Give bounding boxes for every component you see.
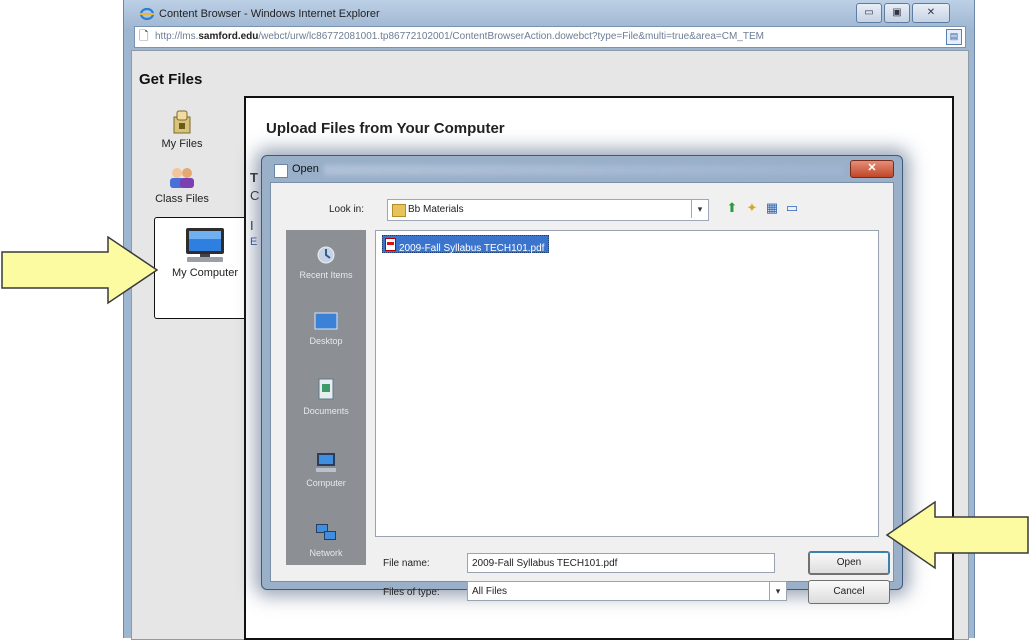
cancel-button[interactable]: Cancel — [808, 580, 890, 604]
file-name-field[interactable] — [467, 553, 775, 573]
tab-my-computer[interactable]: My Computer — [154, 217, 255, 319]
dialog-body: Look in: Bb Materials ▾ ⬆ ✦ ▦ ▭ Recent I… — [270, 182, 894, 604]
panel-text-fragment: C — [250, 188, 260, 203]
minimize-icon: ▭ — [864, 7, 874, 18]
close-icon: ✕ — [867, 162, 877, 174]
minimize-button[interactable]: ▭ — [856, 3, 882, 23]
panel-title: Upload Files from Your Computer — [266, 120, 505, 137]
pdf-file-icon — [385, 238, 396, 251]
blurred-background — [324, 165, 844, 175]
place-label: Computer — [306, 478, 346, 488]
new-folder-icon[interactable]: ✦ — [743, 199, 761, 217]
file-name: 2009-Fall Syllabus TECH101.pdf — [399, 243, 545, 254]
computer-icon — [186, 228, 224, 262]
dialog-close-button[interactable]: ✕ — [850, 160, 894, 178]
view-menu-icon[interactable]: ▦ — [763, 199, 781, 217]
look-in-value: Bb Materials — [408, 204, 464, 215]
file-type-value: All Files — [472, 586, 508, 597]
dialog-title: Open — [292, 163, 319, 175]
open-button[interactable]: Open — [808, 551, 890, 575]
address-text: http://lms.samford.edu/webct/urw/lc86772… — [155, 31, 764, 42]
chevron-down-icon[interactable]: ▾ — [691, 200, 708, 218]
panel-text-fragment: T — [250, 170, 258, 185]
file-list[interactable]: 2009-Fall Syllabus TECH101.pdf — [375, 230, 879, 537]
look-in-select[interactable]: Bb Materials ▾ — [387, 199, 709, 221]
my-files-icon — [173, 110, 191, 134]
page-icon: 🗋 — [139, 29, 149, 43]
place-label: Network — [309, 548, 343, 558]
close-icon: ✕ — [926, 7, 936, 18]
panel-text-fragment: I — [250, 218, 254, 233]
place-documents[interactable]: Documents — [286, 378, 366, 416]
tab-class-files-label: Class Files — [155, 193, 209, 205]
folder-icon — [392, 204, 406, 217]
place-recent-items[interactable]: Recent Items — [286, 244, 366, 280]
open-dialog: Open ✕ Look in: Bb Materials ▾ ⬆ ✦ ▦ ▭ R… — [261, 155, 903, 604]
documents-icon — [318, 378, 334, 400]
desktop-icon — [314, 312, 338, 330]
list-item[interactable]: 2009-Fall Syllabus TECH101.pdf — [382, 235, 550, 254]
place-desktop[interactable]: Desktop — [286, 312, 366, 346]
place-label: Documents — [303, 406, 349, 416]
class-files-icon — [170, 168, 194, 188]
panel-link-fragment[interactable]: E — [250, 236, 257, 248]
place-network[interactable]: Network — [286, 522, 366, 558]
back-arrow-icon[interactable]: ⬆ — [723, 199, 741, 217]
file-name-label: File name: — [383, 558, 430, 569]
address-bar[interactable]: 🗋 http://lms.samford.edu/webct/urw/lc867… — [134, 26, 966, 48]
arrow-right-icon — [1, 235, 159, 305]
file-type-select[interactable]: All Files ▾ — [467, 581, 787, 601]
look-in-label: Look in: — [329, 204, 365, 215]
maximize-button[interactable]: ▣ — [884, 3, 910, 23]
chevron-down-icon[interactable]: ▾ — [769, 582, 786, 600]
window-title: Content Browser - Windows Internet Explo… — [159, 8, 380, 20]
place-label: Recent Items — [299, 270, 353, 280]
details-view-icon[interactable]: ▭ — [783, 199, 801, 217]
network-icon — [316, 524, 336, 540]
place-computer[interactable]: Computer — [286, 452, 366, 488]
title-bar: Content Browser - Windows Internet Explo… — [124, 0, 974, 28]
place-label: Desktop — [309, 336, 343, 346]
compat-view-icon[interactable]: ▤ — [946, 29, 962, 45]
maximize-icon: ▣ — [892, 7, 902, 18]
close-window-button[interactable]: ✕ — [912, 3, 950, 23]
places-bar: Recent Items Desktop Documents Computer … — [286, 230, 366, 565]
tab-class-files[interactable]: Class Files — [142, 166, 222, 205]
computer-icon — [316, 453, 336, 472]
tab-my-files[interactable]: My Files — [142, 109, 222, 150]
page-title: Get Files — [139, 71, 203, 88]
arrow-left-icon — [885, 500, 1029, 570]
dialog-icon — [274, 164, 288, 178]
tab-my-files-label: My Files — [161, 138, 203, 150]
ie-logo-icon — [139, 7, 155, 21]
file-type-label: Files of type: — [383, 587, 440, 598]
recent-items-icon — [317, 246, 335, 264]
tab-my-computer-label: My Computer — [171, 267, 239, 279]
